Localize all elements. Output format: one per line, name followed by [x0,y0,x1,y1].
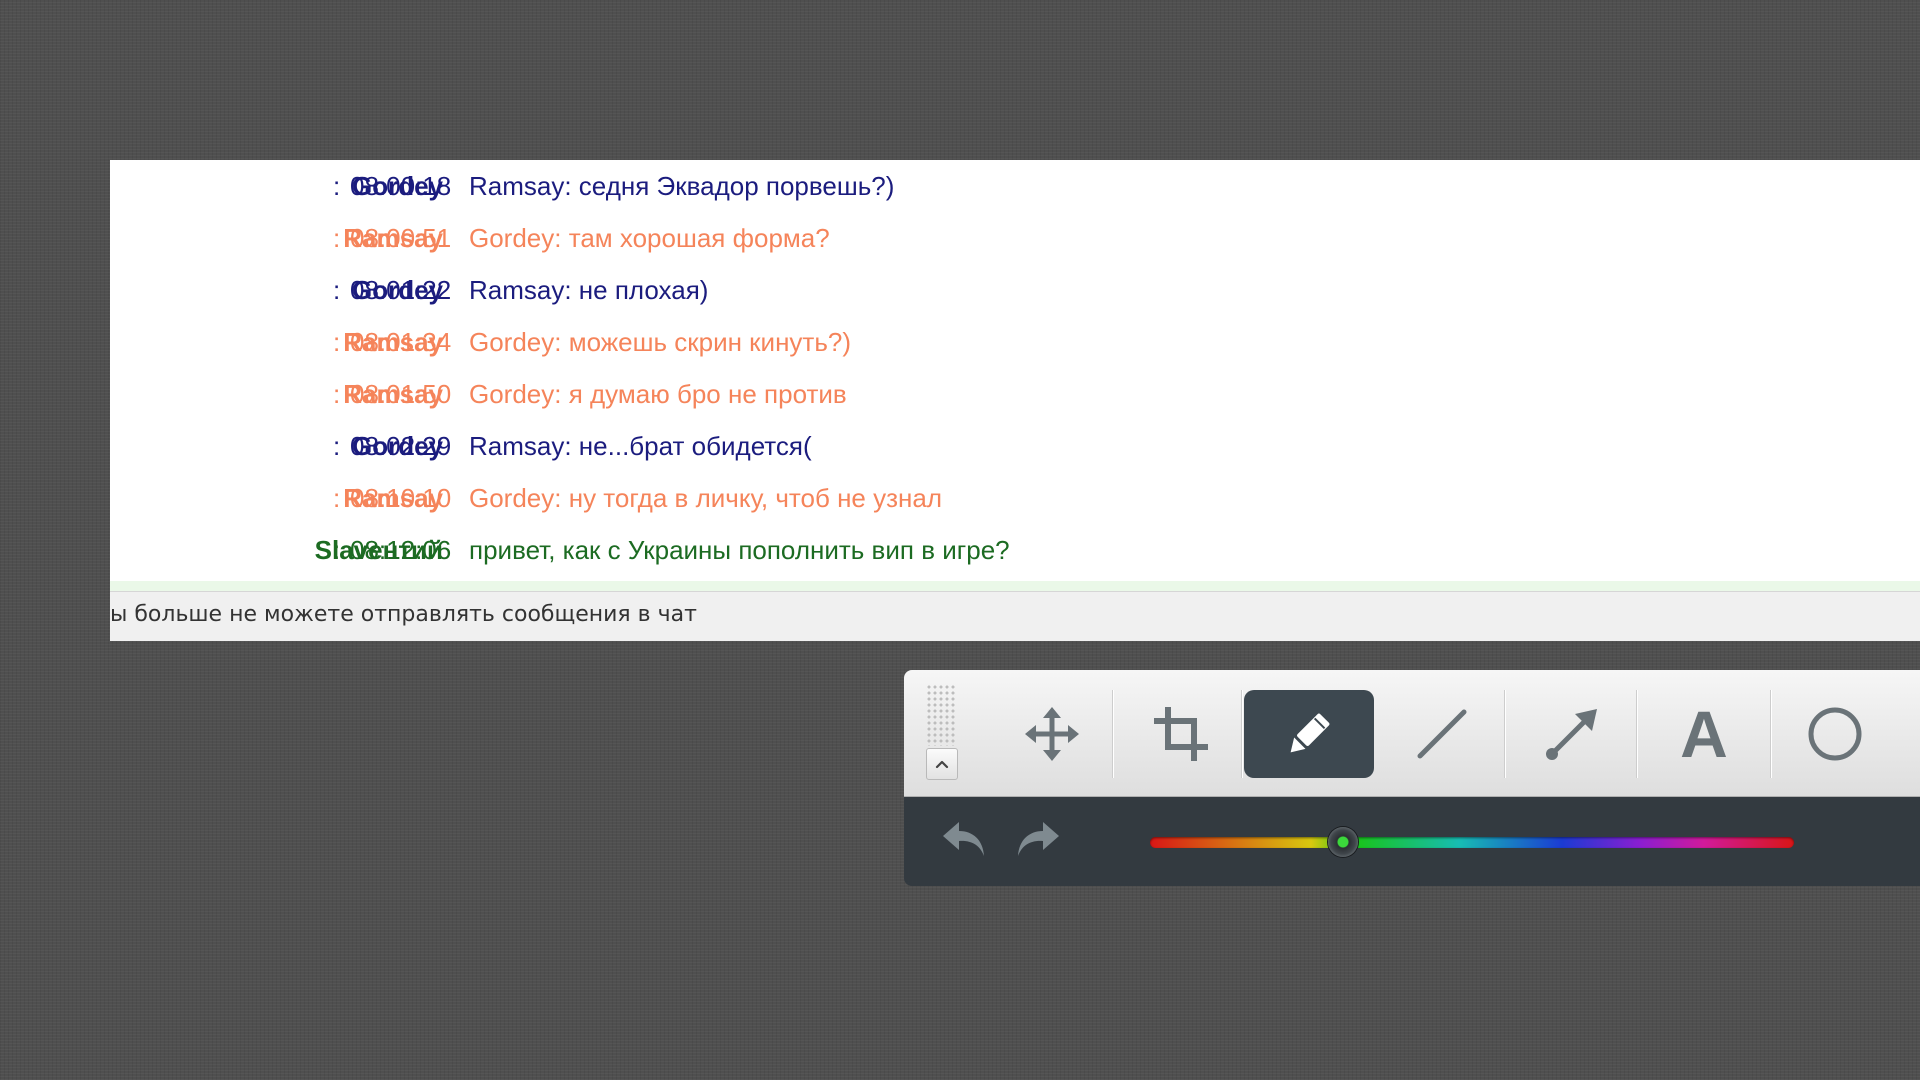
chat-log: Gordey : 08:00:18 Ramsay: седня Эквадор … [110,160,1920,588]
arrow-tool-button[interactable] [1507,690,1637,778]
nick-separator: : [333,431,341,461]
options-bar [904,797,1920,886]
nick-separator: : [333,171,341,201]
chat-panel: Gordey : 08:00:18 Ramsay: седня Эквадор … [110,160,1920,641]
tool-divider [1636,690,1638,778]
chat-message: Gordey : 08:02:29 Ramsay: не...брат обид… [110,420,1920,472]
message-text: Gordey: ну тогда в личку, чтоб не узнал [469,483,943,513]
chat-status-text: ы больше не можете отправлять сообщения … [110,602,697,627]
message-time: 08:00:51 [350,223,452,253]
message-text: Gordey: можешь скрин кинуть?) [469,327,852,357]
nick-separator: : [333,483,341,513]
nick-separator: : [333,379,341,409]
message-text: Ramsay: не...брат обидется( [469,431,812,461]
chat-status-bar: ы больше не можете отправлять сообщения … [110,592,1920,641]
crop-tool-button[interactable] [1116,690,1246,778]
message-time: 08:01:50 [350,379,452,409]
crop-icon [1154,707,1208,761]
chat-message: Ramsay : 08:01:50 Gordey: я думаю бро не… [110,368,1920,420]
line-tool-button[interactable] [1377,690,1507,778]
message-time: 08:10:10 [350,483,452,513]
message-time: 08:01:22 [350,275,452,305]
pencil-tool-button[interactable] [1244,690,1374,778]
chat-message: Ramsay : 08:10:10 Gordey: ну тогда в лич… [110,472,1920,524]
ellipse-tool-button[interactable] [1770,690,1900,778]
text-icon: A [1680,697,1728,771]
redo-button[interactable] [1010,813,1066,865]
text-tool-button[interactable]: A [1639,690,1769,778]
nick-separator: : [333,275,341,305]
tool-divider [1112,690,1114,778]
color-slider-knob[interactable] [1328,827,1359,857]
message-text: Gordey: там хорошая форма? [469,223,830,253]
message-text: привет, как с Украины пополнить вип в иг… [469,535,1010,565]
nick-separator: : [333,535,341,565]
message-time: 08:01:34 [350,327,452,357]
undo-button[interactable] [936,813,992,865]
chat-message: Ramsay : 08:00:51 Gordey: там хорошая фо… [110,212,1920,264]
message-time: 08:02:29 [350,431,452,461]
chat-message: Gordey : 08:00:18 Ramsay: седня Эквадор … [110,160,1920,212]
move-tool-button[interactable] [987,690,1117,778]
pencil-icon [1290,713,1330,753]
chat-divider [110,581,1920,592]
chat-message: Gordey : 08:01:22 Ramsay: не плохая) [110,264,1920,316]
drawing-toolbar: A [904,670,1920,886]
arrow-icon [1546,709,1597,760]
tool-strip: A [904,670,1920,797]
collapse-toolbar-button[interactable] [926,748,958,780]
tool-divider [1241,690,1243,778]
chat-message: Ramsay : 08:01:34 Gordey: можешь скрин к… [110,316,1920,368]
chat-message: Slavентий : 08:12:06 привет, как с Украи… [110,524,1920,576]
circle-icon [1808,707,1862,761]
line-icon [1417,709,1467,759]
nick-separator: : [333,223,341,253]
message-text: Ramsay: не плохая) [469,275,709,305]
message-time: 08:12:06 [350,535,452,565]
move-icon [1025,707,1079,761]
redo-icon [1018,822,1059,856]
color-slider-track[interactable] [1150,827,1794,857]
message-text: Gordey: я думаю бро не против [469,379,847,409]
drag-grip-handle[interactable] [926,684,956,746]
message-time: 08:00:18 [350,171,452,201]
undo-icon [943,822,984,856]
message-text: Ramsay: седня Эквадор порвешь?) [469,171,895,201]
nick-separator: : [333,327,341,357]
chevron-up-icon [935,760,949,769]
